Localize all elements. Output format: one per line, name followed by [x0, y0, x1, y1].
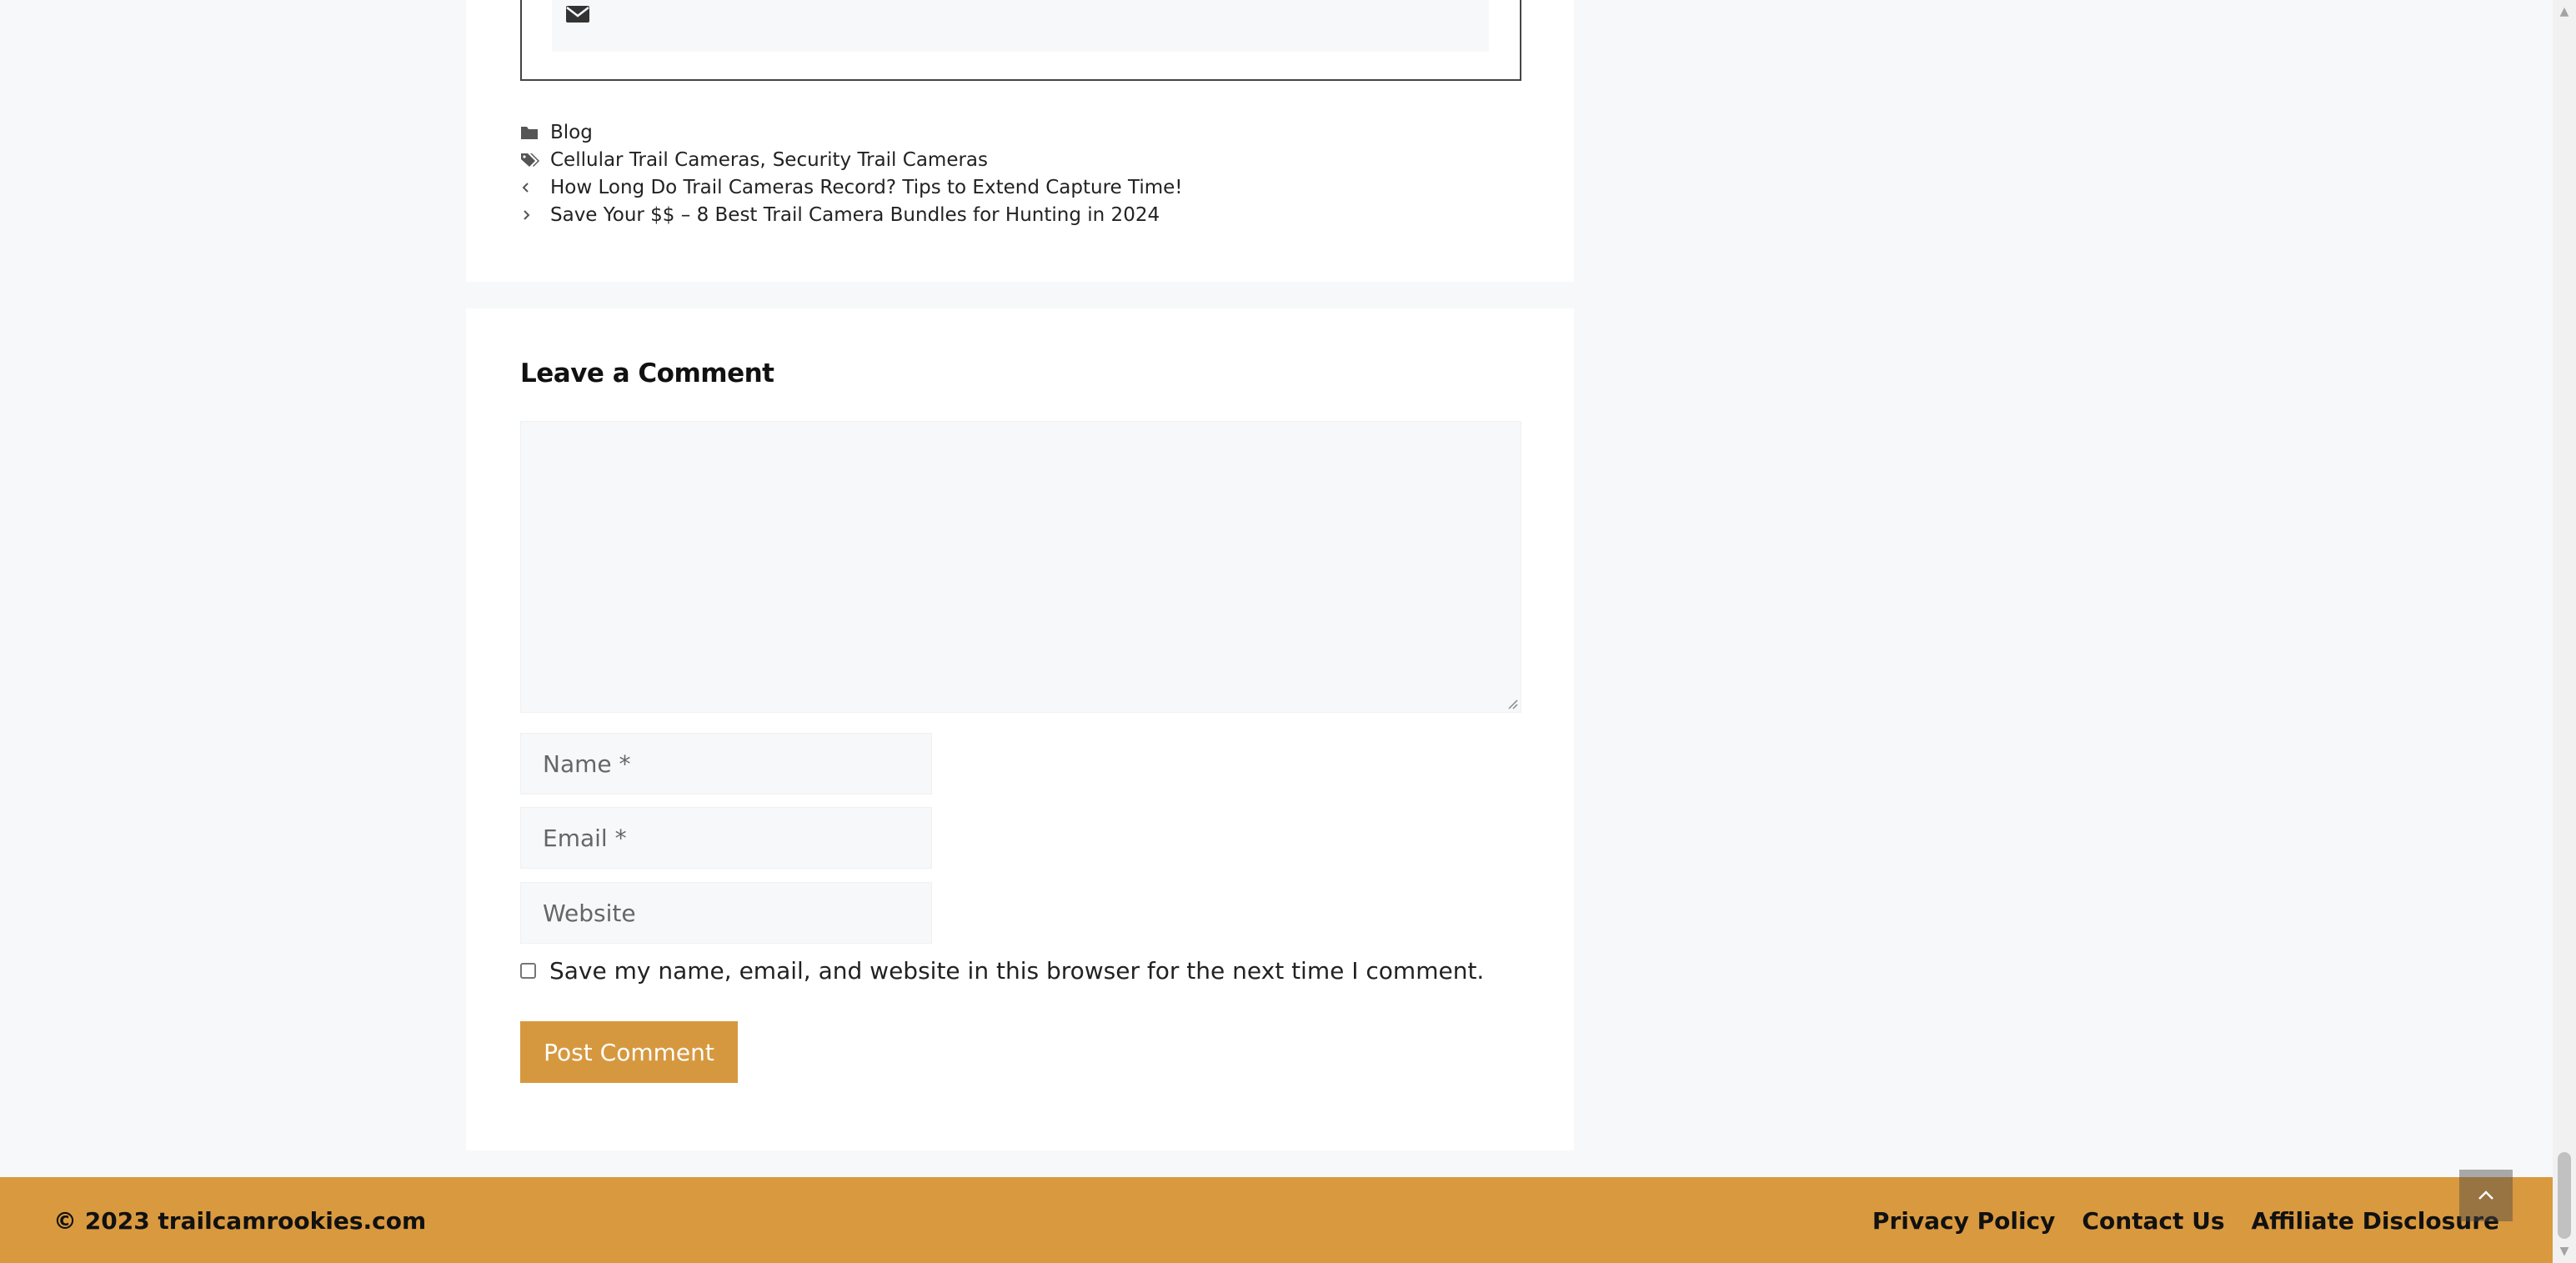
footer-nav: Privacy Policy Contact Us Affiliate Disc… — [1872, 1207, 2499, 1235]
chevron-right-icon — [520, 209, 550, 221]
previous-post-link[interactable]: How Long Do Trail Cameras Record? Tips t… — [550, 177, 1183, 198]
tag-link-cellular[interactable]: Cellular Trail Cameras — [550, 149, 759, 171]
tag-link-security[interactable]: Security Trail Cameras — [773, 149, 988, 171]
consent-label: Save my name, email, and website in this… — [549, 957, 1485, 985]
post-category-row: Blog — [520, 118, 1521, 146]
footer-link-contact-us[interactable]: Contact Us — [2082, 1207, 2224, 1235]
post-meta: Blog Cellular Trail Cameras, Security Tr… — [520, 118, 1521, 228]
resize-grip-icon[interactable] — [1506, 698, 1518, 709]
scroll-down-arrow-icon[interactable]: ▼ — [2553, 1240, 2576, 1263]
previous-post-row: How Long Do Trail Cameras Record? Tips t… — [520, 173, 1521, 201]
author-contact-row — [552, 0, 1489, 52]
website-input[interactable]: Website — [520, 882, 932, 944]
footer-link-privacy-policy[interactable]: Privacy Policy — [1872, 1207, 2055, 1235]
comment-textarea[interactable] — [520, 421, 1521, 713]
tag-separator: , — [759, 148, 766, 171]
save-info-checkbox[interactable] — [520, 963, 536, 979]
chevron-left-icon — [520, 182, 550, 193]
next-post-row: Save Your $$ – 8 Best Trail Camera Bundl… — [520, 201, 1521, 228]
back-to-top-button[interactable] — [2459, 1170, 2513, 1221]
comment-form-title: Leave a Comment — [520, 358, 774, 388]
page-scrollbar[interactable]: ▲ ▼ — [2553, 0, 2576, 1263]
copyright-text: © 2023 trailcamrookies.com — [53, 1207, 427, 1235]
post-tags-row: Cellular Trail Cameras, Security Trail C… — [520, 146, 1521, 173]
comment-form-card: Leave a Comment Name * Email * Website S… — [466, 308, 1574, 1150]
article-card: Blog Cellular Trail Cameras, Security Tr… — [466, 0, 1574, 282]
next-post-link[interactable]: Save Your $$ – 8 Best Trail Camera Bundl… — [550, 204, 1160, 226]
name-placeholder: Name * — [543, 749, 631, 778]
website-placeholder: Website — [543, 899, 636, 927]
scroll-up-arrow-icon[interactable]: ▲ — [2553, 0, 2576, 23]
envelope-icon[interactable] — [565, 3, 590, 25]
email-input[interactable]: Email * — [520, 807, 932, 869]
tags-icon — [520, 152, 550, 168]
email-placeholder: Email * — [543, 824, 627, 852]
folder-icon — [520, 125, 550, 140]
post-comment-button[interactable]: Post Comment — [520, 1021, 738, 1083]
author-box — [520, 0, 1521, 81]
name-input[interactable]: Name * — [520, 733, 932, 794]
site-footer: © 2023 trailcamrookies.com Privacy Polic… — [0, 1177, 2553, 1263]
scrollbar-thumb[interactable] — [2558, 1152, 2571, 1239]
consent-row: Save my name, email, and website in this… — [520, 957, 1484, 985]
chevron-up-icon — [2478, 1190, 2493, 1200]
category-link[interactable]: Blog — [550, 122, 593, 143]
